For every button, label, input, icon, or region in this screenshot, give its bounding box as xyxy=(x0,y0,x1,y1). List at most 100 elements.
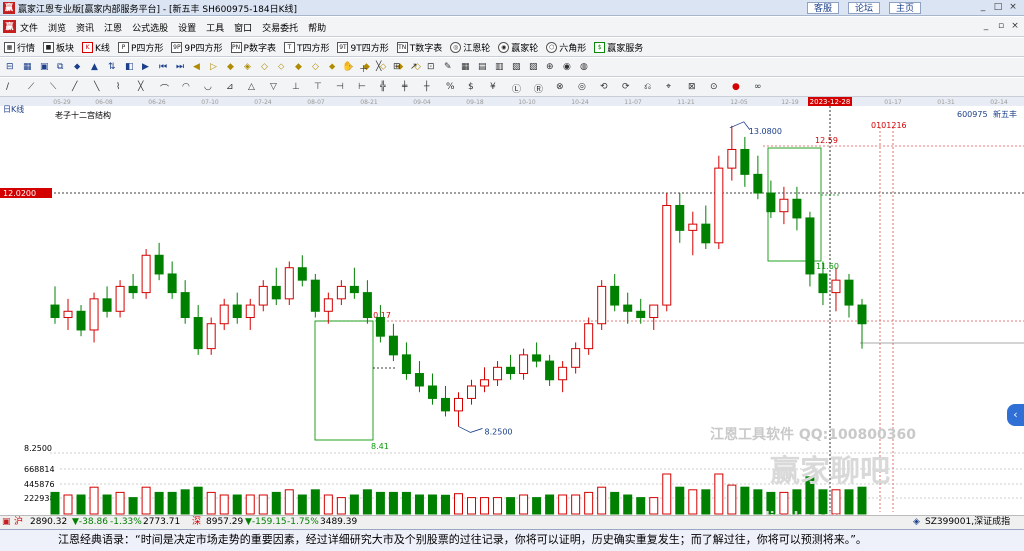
drawing-tool-icon[interactable]: ▷ xyxy=(210,62,221,73)
hexagon-button[interactable]: ⬡ 六角形 xyxy=(546,41,586,54)
tool-icon[interactable]: ⊕ xyxy=(546,62,557,73)
close-button[interactable]: × xyxy=(1006,2,1020,14)
line-tool-icon[interactable]: ╬ xyxy=(380,82,391,93)
tool-icon[interactable]: ⊡ xyxy=(427,62,438,73)
line-tool-icon[interactable]: ◎ xyxy=(578,82,589,93)
tool-icon[interactable]: ▥ xyxy=(495,62,506,73)
drawing-tool-icon[interactable]: ⧉ xyxy=(57,62,68,73)
gann-wheel-button[interactable]: ◎ 江恩轮 xyxy=(450,41,490,54)
line-tool-icon[interactable]: ⊙ xyxy=(710,82,721,93)
tool-icon[interactable]: ◉ xyxy=(563,62,574,73)
drawing-tool-icon[interactable]: ◇ xyxy=(312,62,323,73)
tool-icon[interactable]: ◍ xyxy=(580,62,591,73)
tool-icon[interactable]: ▤ xyxy=(478,62,489,73)
drawing-tool-icon[interactable]: ◀ xyxy=(193,62,204,73)
line-tool-icon[interactable]: ⟳ xyxy=(622,82,633,93)
line-tool-icon[interactable]: △ xyxy=(248,82,259,93)
tool-icon[interactable]: ▦ xyxy=(461,62,472,73)
tool-icon[interactable]: ✎ xyxy=(444,62,455,73)
line-tool-icon[interactable]: Ⓡ xyxy=(534,82,545,95)
drawing-tool-icon[interactable]: ◧ xyxy=(125,62,136,73)
line-tool-icon[interactable]: ╳ xyxy=(138,82,149,93)
line-tool-icon[interactable]: ¥ xyxy=(490,82,501,93)
tool-icon[interactable]: ▨ xyxy=(529,62,540,73)
tool-icon[interactable]: ↗ xyxy=(410,62,421,73)
drawing-tool-icon[interactable]: ⇅ xyxy=(108,62,119,73)
line-tool-icon[interactable]: ∕ xyxy=(6,82,17,93)
right-index-code[interactable]: SZ399001,深证成指 xyxy=(925,516,1010,529)
line-tool-icon[interactable]: ⊣ xyxy=(336,82,347,93)
line-tool-icon[interactable]: ╱ xyxy=(72,82,83,93)
drawing-tool-icon[interactable]: ⬦ xyxy=(278,62,289,73)
drawing-tool-icon[interactable]: ⊟ xyxy=(6,62,17,73)
line-tool-icon[interactable]: ⟍ xyxy=(50,82,61,93)
line-tool-icon[interactable]: ⌇ xyxy=(116,82,127,93)
forum-link[interactable]: 论坛 xyxy=(848,2,881,14)
line-tool-icon[interactable]: ⊿ xyxy=(226,82,237,93)
drawing-tool-icon[interactable]: ⬥ xyxy=(74,62,85,73)
drawing-tool-icon[interactable]: ◆ xyxy=(227,62,238,73)
line-tool-icon[interactable]: Ⓛ xyxy=(512,82,523,95)
line-tool-icon[interactable]: ⊗ xyxy=(556,82,567,93)
tool-icon[interactable]: ▧ xyxy=(512,62,523,73)
winner-service-button[interactable]: $ 赢家服务 xyxy=(594,41,643,54)
p-number-table-button[interactable]: PN P数字表 xyxy=(230,41,276,54)
line-tool-icon[interactable]: ╲ xyxy=(94,82,105,93)
line-tool-icon[interactable]: ⊠ xyxy=(688,82,699,93)
kline-chart[interactable]: 05-29 06-08 06-26 07-10 07-24 08-07 08-21 09-04… xyxy=(0,97,1024,515)
kline-button[interactable]: K K线 xyxy=(82,41,110,54)
customer-service-link[interactable]: 客服 xyxy=(807,2,840,14)
line-tool-icon[interactable]: ◡ xyxy=(204,82,215,93)
tool-icon[interactable]: ＋ xyxy=(359,62,370,75)
menu-browse[interactable]: 浏览 xyxy=(48,21,66,34)
line-tool-icon[interactable]: ∞ xyxy=(754,82,765,93)
tool-icon[interactable]: ✋ xyxy=(342,62,353,73)
t-square-button[interactable]: T T四方形 xyxy=(283,41,329,54)
homepage-link[interactable]: 主页 xyxy=(889,2,922,14)
line-tool-icon[interactable]: ● xyxy=(732,82,743,93)
menu-formula[interactable]: 公式选股 xyxy=(132,21,168,34)
drawing-tool-icon[interactable]: ▶ xyxy=(142,62,153,73)
drawing-tool-icon[interactable]: ▲ xyxy=(91,62,102,73)
line-tool-icon[interactable]: $ xyxy=(468,82,479,93)
menu-window[interactable]: 窗口 xyxy=(234,21,252,34)
menu-help[interactable]: 帮助 xyxy=(308,21,326,34)
winner-wheel-button[interactable]: ◉ 赢家轮 xyxy=(498,41,538,54)
line-tool-icon[interactable]: ⌒ xyxy=(160,82,171,95)
line-tool-icon[interactable]: ▽ xyxy=(270,82,281,93)
mdi-restore-button[interactable]: ▫ xyxy=(995,21,1007,33)
line-tool-icon[interactable]: ⊤ xyxy=(314,82,325,93)
drawing-tool-icon[interactable]: ⏮ xyxy=(159,62,170,73)
menu-settings[interactable]: 设置 xyxy=(178,21,196,34)
mdi-minimize-button[interactable]: _ xyxy=(980,21,992,33)
side-expand-tab[interactable]: ‹ xyxy=(1007,404,1024,426)
menu-file[interactable]: 文件 xyxy=(20,21,38,34)
line-tool-icon[interactable]: ⟲ xyxy=(600,82,611,93)
drawing-tool-icon[interactable]: ▦ xyxy=(23,62,34,73)
line-tool-icon[interactable]: ╪ xyxy=(402,82,413,93)
menu-tools[interactable]: 工具 xyxy=(206,21,224,34)
line-tool-icon[interactable]: % xyxy=(446,82,457,93)
minimize-button[interactable]: _ xyxy=(976,2,990,14)
menu-news[interactable]: 资讯 xyxy=(76,21,94,34)
line-tool-icon[interactable]: ┼ xyxy=(424,82,435,93)
line-tool-icon[interactable]: ⊥ xyxy=(292,82,303,93)
drawing-tool-icon[interactable]: ◇ xyxy=(261,62,272,73)
line-tool-icon[interactable]: ⎌ xyxy=(644,82,655,93)
9p-square-button[interactable]: 9P 9P四方形 xyxy=(171,41,223,54)
p-square-button[interactable]: P P四方形 xyxy=(117,41,163,54)
sector-button[interactable]: ■ 板块 xyxy=(43,41,74,54)
menu-trade[interactable]: 交易委托 xyxy=(262,21,298,34)
drawing-tool-icon[interactable]: ⬥ xyxy=(329,62,340,73)
quotes-button[interactable]: ▦ 行情 xyxy=(4,41,35,54)
maximize-button[interactable]: □ xyxy=(991,2,1005,14)
drawing-tool-icon[interactable]: ◈ xyxy=(244,62,255,73)
line-tool-icon[interactable]: ⟋ xyxy=(28,82,39,93)
menu-gann[interactable]: 江恩 xyxy=(104,21,122,34)
drawing-tool-icon[interactable]: ◆ xyxy=(295,62,306,73)
tool-icon[interactable]: ╳ xyxy=(376,62,387,73)
9t-square-button[interactable]: 9T 9T四方形 xyxy=(337,41,389,54)
drawing-tool-icon[interactable]: ▣ xyxy=(40,62,51,73)
line-tool-icon[interactable]: ⊢ xyxy=(358,82,369,93)
t-number-table-button[interactable]: TN T数字表 xyxy=(396,41,442,54)
